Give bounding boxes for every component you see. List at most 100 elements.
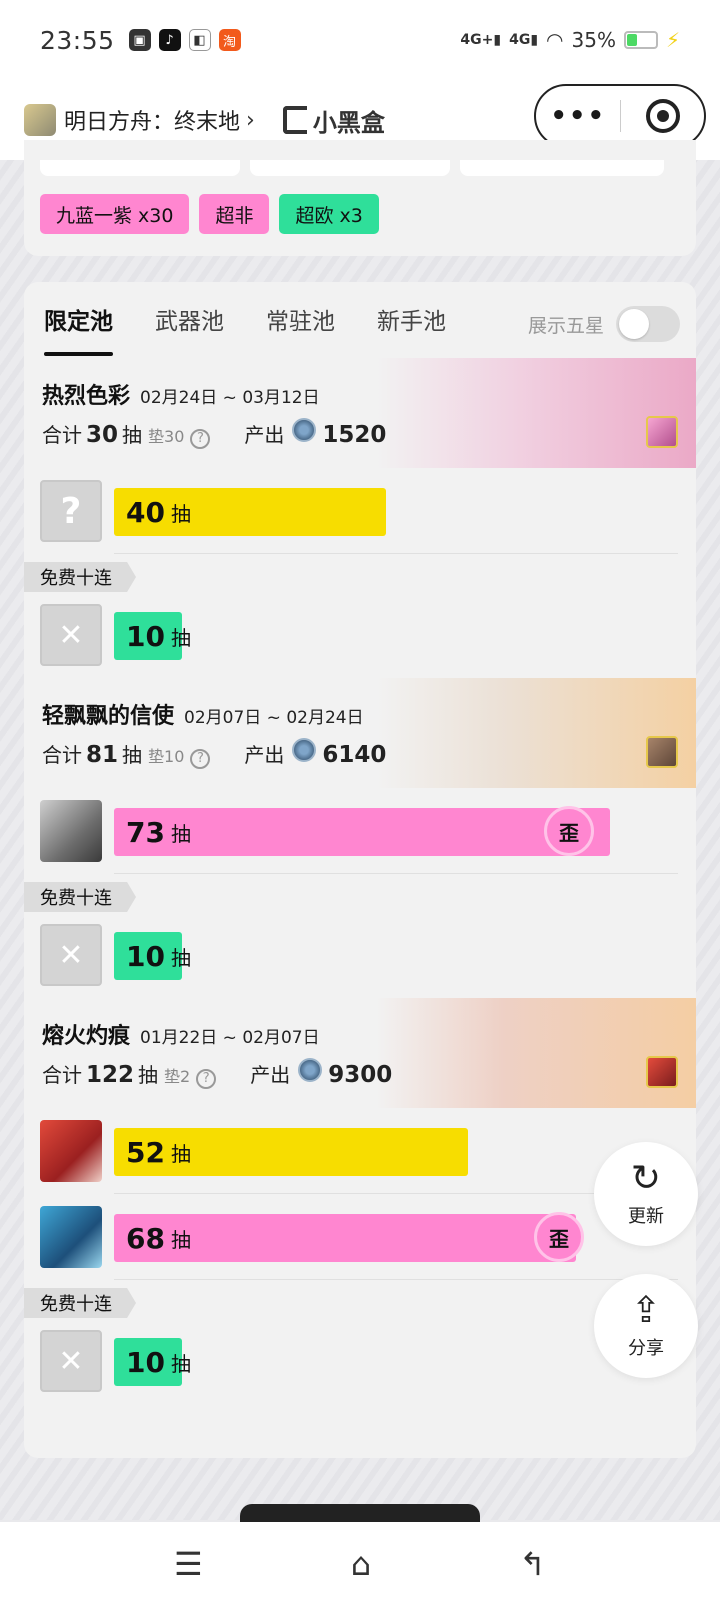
currency-icon [292,418,317,442]
close-button[interactable] [621,99,704,133]
summary-card: 九蓝一紫 x30 超非 超欧 x3 [24,140,696,256]
pool-character-thumb [646,416,678,448]
share-icon: ⇪ [630,1290,662,1331]
battery-text: 35% [571,28,616,52]
pool-banner-art [376,678,696,788]
help-icon[interactable]: ? [190,748,211,769]
output-value: 1520 [322,422,387,448]
pool-stats: 合计 81 抽 垫10 ? 产出 6140 [42,738,386,769]
pull-bar: 10 抽 [114,612,191,660]
free-ten-pull-label: 免费十连 [24,882,136,912]
heybox-icon: ◧ [188,29,211,51]
off-banner-badge: 歪 [534,1212,584,1262]
pull-bar: 68 抽 [114,1214,576,1262]
toggle-switch[interactable] [616,306,680,342]
share-label: 分享 [628,1338,664,1359]
wifi-icon: ◠ [546,28,564,52]
pool-banner-art [376,358,696,468]
tab-weapon[interactable]: 武器池 [155,302,224,354]
app-notification-icon: ▣ [128,29,151,51]
back-icon[interactable]: ↰ [519,1545,546,1583]
tab-beginner[interactable]: 新手池 [377,302,446,354]
system-nav-bar: ☰ ⌂ ↰ [0,1522,720,1605]
chevron-right-icon[interactable]: › [246,108,255,133]
pull-bar: 40 抽 [114,488,386,536]
pull-row: ✕ 10 抽 [24,912,696,998]
capsule-menu: ••• [534,84,706,148]
tag-blue-purple: 九蓝一紫 x30 [40,194,190,234]
status-time: 23:55 [40,25,115,55]
pity-count: 垫2 [164,1067,191,1086]
more-dots-icon[interactable]: ••• [536,101,620,131]
help-icon[interactable]: ? [196,1068,217,1089]
pool-title: 熔火灼痕 01月22日 ~ 02月07日 [42,1024,320,1049]
help-icon[interactable]: ? [190,428,211,449]
pool-header: 熔火灼痕 01月22日 ~ 02月07日 合计 122 抽 垫2 ? 产出 9300 [24,998,696,1108]
refresh-icon: ↻ [630,1158,662,1199]
pool-stats: 合计 122 抽 垫2 ? 产出 9300 [42,1058,392,1089]
toggle-label: 展示五星 [527,314,604,337]
free-ten-pull-label: 免费十连 [24,562,136,592]
pool-title: 热烈色彩 02月24日 ~ 03月12日 [42,384,320,409]
refresh-label: 更新 [628,1206,664,1227]
tag-super-lucky: 超欧 x3 [279,194,379,234]
battery-icon [623,31,658,49]
summary-tags: 九蓝一紫 x30 超非 超欧 x3 [40,194,379,234]
unknown-avatar-icon: ? [40,480,102,542]
pool-dates: 01月22日 ~ 02月07日 [140,1028,320,1048]
tab-standard[interactable]: 常驻池 [266,302,335,354]
currency-icon [298,1058,323,1082]
pull-bar: 10 抽 [114,932,191,980]
output-value: 9300 [328,1062,393,1088]
home-icon[interactable]: ⌂ [351,1545,371,1583]
tab-limited[interactable]: 限定池 [44,302,113,356]
pull-bar: 73 抽 [114,808,610,856]
taobao-icon: 淘 [218,29,241,51]
summary-stub [460,160,664,176]
signal-icon: 4G+▮ [460,32,502,48]
pull-row: ✕ 10 抽 [24,592,696,678]
pool-tabs: 限定池 武器池 常驻池 新手池 [44,302,488,356]
pull-row: 73 抽 歪 [24,788,696,874]
empty-avatar-icon: ✕ [40,1330,102,1392]
gacha-record-card: 限定池 武器池 常驻池 新手池 展示五星 热烈色彩 02月24日 ~ 03月12日… [24,282,696,1458]
pool-dates: 02月24日 ~ 03月12日 [140,388,320,408]
pool-header: 热烈色彩 02月24日 ~ 03月12日 合计 30 抽 垫30 ? 产出 1520 [24,358,696,468]
off-banner-badge: 歪 [544,806,594,856]
free-ten-pull-label: 免费十连 [24,1288,136,1318]
menu-icon[interactable]: ☰ [174,1545,203,1583]
target-icon [645,99,680,133]
notification-icons: ▣ ♪ ◧ 淘 [128,29,241,51]
brand-name: 小黑盒 [312,108,385,137]
character-avatar [40,1206,102,1268]
tiktok-icon: ♪ [158,29,181,51]
character-avatar [40,1120,102,1182]
pity-count: 垫10 [148,747,185,766]
pool-stats: 合计 30 抽 垫30 ? 产出 1520 [42,418,386,449]
mini-program-avatar[interactable] [24,104,56,136]
pull-bar: 10 抽 [114,1338,191,1386]
share-button[interactable]: ⇪ 分享 [594,1274,698,1378]
pity-count: 垫30 [148,427,185,446]
pool-character-thumb [646,1056,678,1088]
pull-row: ? 40 抽 [24,468,696,554]
tag-super-unlucky: 超非 [199,194,270,234]
empty-avatar-icon: ✕ [40,924,102,986]
signal-icon-2: 4G▮ [509,32,539,48]
summary-stub [40,160,240,176]
charging-icon: ⚡ [665,28,680,52]
pool-banner-art [376,998,696,1108]
heybox-logo-icon [282,106,307,134]
output-value: 6140 [322,742,387,768]
show-five-star-toggle: 展示五星 [528,306,680,342]
mini-program-title[interactable]: 明日方舟：终末地 [64,104,240,136]
pool-title: 轻飘飘的信使 02月07日 ~ 02月24日 [42,704,364,729]
refresh-button[interactable]: ↻ 更新 [594,1142,698,1246]
pool-character-thumb [646,736,678,768]
pool-header: 轻飘飘的信使 02月07日 ~ 02月24日 合计 81 抽 垫10 ? 产出 614… [24,678,696,788]
status-right: 4G+▮ 4G▮ ◠ 35% ⚡ [460,28,680,52]
empty-avatar-icon: ✕ [40,604,102,666]
summary-stub [250,160,450,176]
pool-dates: 02月07日 ~ 02月24日 [184,708,364,728]
character-avatar [40,800,102,862]
